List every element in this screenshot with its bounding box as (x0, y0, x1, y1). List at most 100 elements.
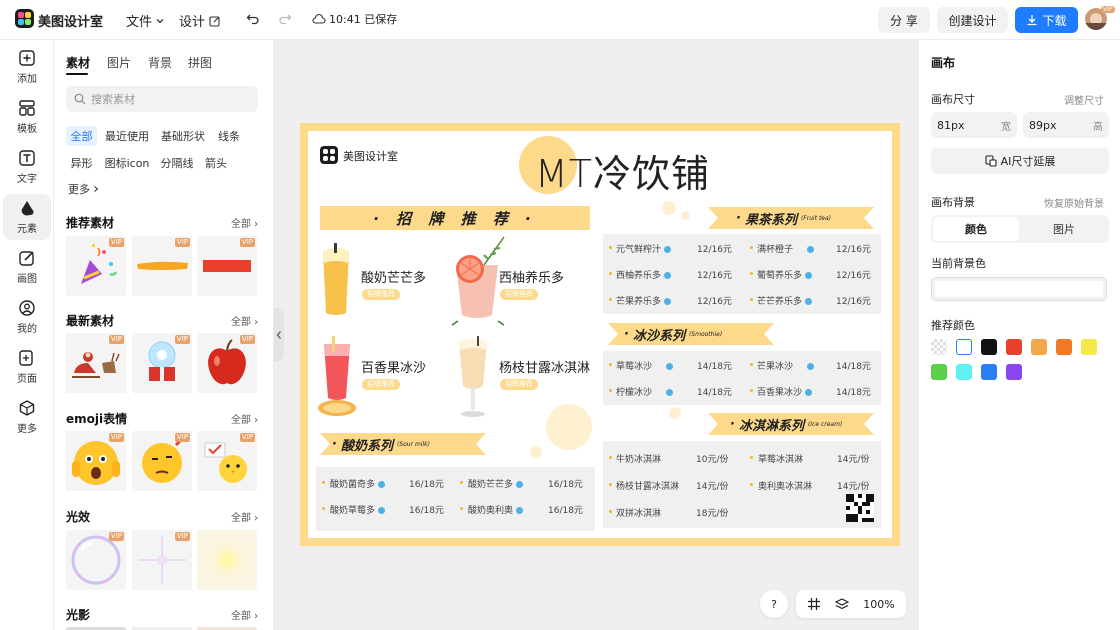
section-title: 推荐素材 (66, 216, 115, 230)
menu-design[interactable]: 美图设计室 MT冷饮铺 · 招 牌 推 荐 · 酸奶芒芒多 招牌推荐 西柚养乐多… (300, 123, 900, 546)
material-thumb-snow-globe[interactable]: VIP (132, 333, 192, 393)
rail-item-element[interactable]: 元素 (3, 194, 51, 240)
bg-tab-color[interactable]: 颜色 (933, 217, 1019, 241)
chip-icon[interactable]: 图标icon (102, 153, 152, 173)
price-item-name: 柠檬冰沙 (616, 385, 674, 398)
collapse-panel-button[interactable] (274, 308, 284, 362)
vip-badge: VIP (108, 532, 124, 541)
tab-background[interactable]: 背景 (148, 54, 172, 71)
canvas-height-unit: 高 (1093, 121, 1103, 133)
ai-extend-label: AI尺寸延展 (1000, 155, 1056, 168)
tab-material[interactable]: 素材 (66, 54, 90, 71)
material-thumb-thinking-emoji[interactable]: VIP (132, 431, 192, 491)
property-panel: 画布 画布尺寸 调整尺寸 81px 宽 89px 高 AI尺寸延展 画布背景 恢… (918, 40, 1120, 630)
price-item-value: 12/16元 (697, 245, 732, 255)
create-design-button[interactable]: 创建设计 (937, 7, 1008, 33)
design-menu[interactable]: 设计 (179, 11, 221, 30)
zoom-level[interactable]: 100% (863, 598, 894, 611)
section-more-label: 全部 (231, 415, 251, 426)
material-thumb-red-bar[interactable]: VIP (197, 236, 257, 296)
material-thumb-shocked-emoji[interactable]: VIP (66, 431, 126, 491)
rail-item-add[interactable]: 添加 (3, 44, 51, 90)
swatch-blue[interactable] (981, 364, 997, 380)
grid-icon[interactable] (807, 597, 821, 611)
page-icon (19, 350, 33, 366)
swatch-black[interactable] (981, 339, 997, 355)
chip-arrow[interactable]: 箭头 (202, 153, 230, 173)
chip-lines[interactable]: 线条 (214, 126, 244, 146)
chip-recent[interactable]: 最近使用 (102, 126, 152, 146)
layers-icon[interactable] (835, 597, 850, 611)
share-button[interactable]: 分 享 (878, 7, 930, 33)
swatch-red[interactable] (1006, 339, 1022, 355)
fruit-tea-series-banner: · 果茶系列 (Fruit tea) (708, 207, 874, 229)
vip-badge: VIP (174, 238, 190, 247)
material-thumb-brush-stroke[interactable]: VIP (132, 236, 192, 296)
material-thumb-party-popper[interactable]: VIP (66, 236, 126, 296)
signature-tag: 招牌推荐 (500, 379, 538, 390)
rail-item-template[interactable]: 模板 (3, 94, 51, 140)
chip-special-shape[interactable]: 异形 (66, 153, 97, 173)
help-button[interactable]: ? (760, 590, 788, 618)
price-item-value: 12/16元 (836, 271, 871, 281)
section-more-link[interactable]: 全部 › (231, 607, 258, 622)
material-thumb-chick-emoji[interactable]: VIP (197, 431, 257, 491)
redo-icon[interactable] (278, 12, 292, 26)
rail-item-draw[interactable]: 画图 (3, 244, 51, 290)
rail-item-page[interactable]: 页面 (3, 344, 51, 390)
price-item-name: 草莓冰淇淋 (758, 455, 804, 465)
swatch-cyan[interactable] (956, 364, 972, 380)
rail-item-more[interactable]: 更多 (3, 394, 51, 440)
swatch-transparent[interactable] (931, 339, 947, 355)
download-button[interactable]: 下载 (1015, 7, 1078, 33)
material-thumb-santa-sleigh[interactable]: VIP (66, 333, 126, 393)
chip-divider[interactable]: 分隔线 (158, 153, 196, 173)
swatch-white[interactable] (956, 339, 972, 355)
material-thumb-apple[interactable]: VIP (197, 333, 257, 393)
smoothie-price-box: 草莓冰沙 14/18元 芒果冰沙 14/18元 柠檬冰沙 14/18元 百香果冰… (603, 351, 881, 405)
fruit-tea-series-title: 果茶系列 (744, 212, 797, 228)
rail-item-text[interactable]: 文字 (3, 144, 51, 190)
swatch-green[interactable] (931, 364, 947, 380)
rail-item-mine[interactable]: 我的 (3, 294, 51, 340)
vip-badge: VIP (108, 238, 124, 247)
swatch-yellow[interactable] (1081, 339, 1097, 355)
search-input[interactable]: 搜索素材 (66, 86, 258, 112)
vip-badge: VIP (174, 433, 190, 442)
app-logo-icon[interactable] (15, 9, 34, 28)
section-more-link[interactable]: 全部 › (231, 411, 258, 426)
decor-circle (546, 404, 592, 450)
section-more-link[interactable]: 全部 › (231, 215, 258, 230)
undo-icon[interactable] (246, 12, 260, 26)
chip-basic-shapes[interactable]: 基础形状 (158, 126, 208, 146)
canvas-height-field[interactable]: 89px 高 (1023, 112, 1109, 138)
menu-inner: 美图设计室 MT冷饮铺 · 招 牌 推 荐 · 酸奶芒芒多 招牌推荐 西柚养乐多… (308, 131, 892, 538)
swatch-light-orange[interactable] (1031, 339, 1047, 355)
material-thumb-sparkle[interactable]: VIP (132, 530, 192, 590)
current-bg-color-field[interactable] (931, 277, 1107, 301)
ai-extend-button[interactable]: AI尺寸延展 (931, 148, 1109, 174)
chip-all[interactable]: 全部 (66, 126, 97, 146)
swatch-purple[interactable] (1006, 364, 1022, 380)
signature-tag: 招牌推荐 (500, 289, 538, 300)
left-rail: 添加 模板 文字 元素 画图 我的 页面 更多 (0, 40, 54, 630)
resize-link[interactable]: 调整尺寸 (1039, 92, 1104, 107)
file-menu[interactable]: 文件 (126, 11, 165, 30)
tab-image[interactable]: 图片 (107, 54, 131, 71)
canvas-width-field[interactable]: 81px 宽 (931, 112, 1017, 138)
recommend-colors-label: 推荐颜色 (931, 319, 975, 332)
material-thumb-glow[interactable] (197, 530, 257, 590)
swatch-orange[interactable] (1056, 339, 1072, 355)
app-name: 美图设计室 (38, 15, 104, 30)
section-more-link[interactable]: 全部 › (231, 509, 258, 524)
section-more-link[interactable]: 全部 › (231, 313, 258, 328)
chip-more[interactable]: 更多 (66, 179, 102, 199)
price-item-name: 杨枝甘露冰淇淋 (616, 482, 680, 492)
bg-tab-image[interactable]: 图片 (1021, 217, 1107, 241)
price-item-value: 14/18元 (697, 388, 732, 398)
price-item-value: 16/18元 (548, 506, 583, 516)
restore-bg-link[interactable]: 恢复原始背景 (1029, 195, 1104, 210)
material-thumb-bubble[interactable]: VIP (66, 530, 126, 590)
price-item-name: 双拼冰淇淋 (616, 509, 662, 519)
tab-collage[interactable]: 拼图 (188, 54, 212, 71)
